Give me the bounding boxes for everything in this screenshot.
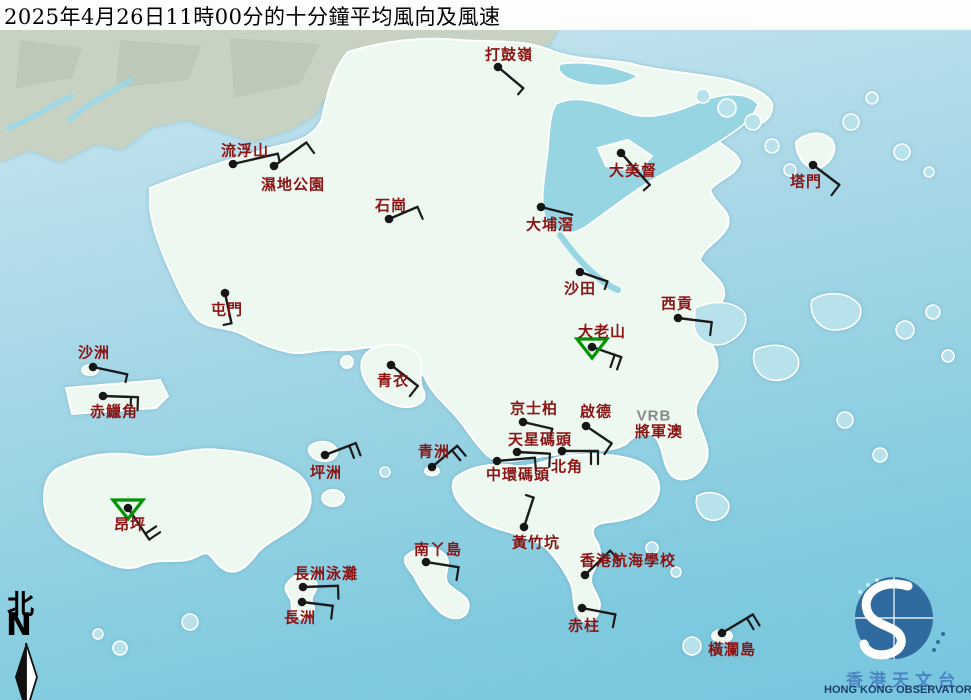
station-sai-kung (673, 313, 713, 337)
compass-n-label: N (6, 607, 32, 643)
station-label-central-pier: 中環碼頭 (485, 465, 551, 484)
station-dot (228, 159, 238, 169)
hko-logo: 香港天文台 HONG KONG OBSERVATORY (824, 572, 971, 700)
station-label-ta-kwu-ling: 打鼓嶺 (484, 45, 534, 64)
station-dot (320, 450, 330, 460)
station-label-sai-kung: 西貢 (660, 294, 694, 313)
station-dot (297, 597, 307, 607)
station-label-wetland-park: 濕地公園 (260, 175, 326, 194)
station-label-ngong-ping: 昂坪 (113, 515, 147, 534)
station-label-cheung-chau-beach: 長洲泳灘 (293, 564, 359, 583)
station-label-tap-mun: 塔門 (789, 172, 823, 191)
station-label-sha-chau: 沙洲 (77, 343, 111, 362)
station-lamma-island (421, 557, 460, 582)
station-label-lau-fau-shan: 流浮山 (220, 141, 270, 160)
station-dot (88, 362, 98, 372)
station-dot (98, 391, 108, 401)
station-tates-cairn (573, 337, 623, 371)
station-label-north-point: 北角 (550, 457, 584, 476)
hko-logo-icon (855, 577, 945, 660)
station-dot (577, 603, 587, 613)
station-ta-kwu-ling (493, 62, 525, 96)
wind-map-screen: 流浮山濕地公園石崗 打鼓嶺大美督塔門大埔滘沙田西貢大老山 屯門沙洲赤鱲角昂坪 青衣坪洲… (0, 0, 971, 700)
station-dot (298, 582, 308, 592)
station-dot (269, 161, 279, 171)
vrb-indicator-tseung-kwan-o: VRB (636, 407, 672, 425)
north-arrow-icon (15, 642, 38, 700)
station-label-kai-tak: 啟德 (579, 402, 613, 421)
station-peng-chau (320, 441, 362, 460)
wind-stations-layer (88, 62, 841, 638)
station-label-chek-lap-kok: 赤鱲角 (89, 402, 139, 421)
station-dot (536, 202, 546, 212)
station-sha-chau (88, 362, 129, 384)
station-label-hk-sea-school: 香港航海學校 (579, 551, 677, 570)
station-label-sha-tin: 沙田 (563, 279, 597, 298)
station-label-lamma-island: 南丫島 (413, 540, 463, 559)
station-label-tai-mei-tuk: 大美督 (608, 161, 658, 180)
station-dot (673, 313, 683, 323)
station-dot (581, 421, 591, 431)
station-dot (518, 417, 528, 427)
station-label-shek-kong: 石崗 (374, 196, 408, 215)
station-label-wong-chuk-hang: 黃竹坑 (511, 533, 561, 552)
map-title: 2025年4月26日11時00分的十分鐘平均風向及風速 (4, 5, 501, 29)
station-dot (220, 288, 230, 298)
station-label-tsing-yi: 青衣 (376, 371, 410, 390)
station-label-tates-cairn: 大老山 (577, 322, 627, 341)
station-dot (386, 360, 396, 370)
station-kai-tak (581, 421, 613, 456)
station-waglan-island (717, 613, 761, 638)
station-label-waglan-island: 橫瀾島 (707, 640, 757, 659)
station-dot (580, 570, 590, 580)
station-wong-chuk-hang (519, 493, 535, 532)
station-dot (384, 214, 394, 224)
hko-logo-english: HONG KONG OBSERVATORY (824, 684, 971, 696)
station-cheung-chau-beach (298, 582, 340, 600)
station-label-tai-po-kau: 大埔滘 (525, 215, 575, 234)
station-dot (616, 148, 626, 158)
station-dot (427, 462, 437, 472)
station-label-kings-park: 京士柏 (509, 399, 559, 418)
station-dot (808, 160, 818, 170)
station-wetland-park (269, 141, 316, 171)
station-dot (575, 267, 585, 277)
station-dot (123, 503, 133, 513)
station-dot (519, 522, 529, 532)
station-label-cheung-chau: 長洲 (283, 608, 317, 627)
station-label-peng-chau: 坪洲 (309, 463, 343, 482)
station-label-tuen-mun: 屯門 (210, 300, 244, 319)
station-label-green-island: 青洲 (417, 442, 451, 461)
station-dot (587, 342, 597, 352)
title-bar: 2025年4月26日11時00分的十分鐘平均風向及風速 (0, 0, 971, 30)
station-label-star-ferry-pier: 天星碼頭 (507, 430, 573, 449)
station-label-stanley: 赤柱 (567, 616, 601, 635)
station-dot (717, 628, 727, 638)
